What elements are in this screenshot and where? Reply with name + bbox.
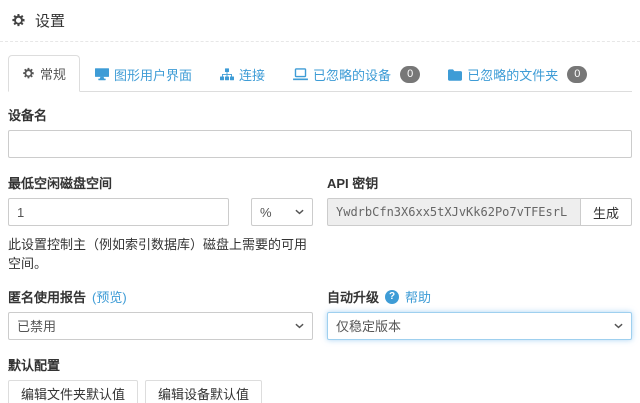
sitemap-icon [220,68,234,81]
tab-ignored-folders[interactable]: 已忽略的文件夹 0 [435,57,600,92]
device-name-label: 设备名 [8,105,632,124]
settings-dialog-header: 设置 [0,0,640,42]
usage-reporting-group: 匿名使用报告 (预览) 已禁用 [8,287,313,340]
ignored-devices-count-badge: 0 [400,66,420,83]
api-key-group: API 密钥 生成 [327,173,632,272]
api-key-label: API 密钥 [327,173,632,192]
min-disk-free-input[interactable] [8,198,229,226]
auto-upgrade-group: 自动升级 ? 帮助 仅稳定版本 [327,287,632,340]
auto-upgrade-help-link[interactable]: 帮助 [405,287,431,306]
auto-upgrade-label: 自动升级 [327,287,379,306]
device-name-row: 设备名 [8,105,632,158]
gear-icon [11,13,26,28]
edit-folder-defaults-button[interactable]: 编辑文件夹默认值 [8,380,138,403]
settings-tabs: 常规 图形用户界面 连接 已忽略的设备 0 已忽略的文件夹 0 [8,55,632,92]
tab-connections[interactable]: 连接 [207,57,278,92]
tab-label: 已忽略的文件夹 [467,65,558,84]
usage-reporting-label: 匿名使用报告 [8,287,86,306]
tab-label: 已忽略的设备 [313,65,391,84]
device-name-input[interactable] [8,130,632,158]
settings-dialog-body: 常规 图形用户界面 连接 已忽略的设备 0 已忽略的文件夹 0 [0,42,640,403]
defaults-group: 默认配置 编辑文件夹默认值 编辑设备默认值 [8,355,632,403]
gear-icon [22,67,35,80]
edit-device-defaults-button[interactable]: 编辑设备默认值 [145,380,262,403]
tab-ignored-devices[interactable]: 已忽略的设备 0 [280,57,433,92]
question-circle-icon: ? [385,290,399,304]
usage-reporting-preview-link[interactable]: (预览) [92,287,127,306]
tab-gui[interactable]: 图形用户界面 [82,57,205,92]
api-key-input [327,198,581,226]
auto-upgrade-select[interactable]: 仅稳定版本 [327,312,632,340]
dialog-title: 设置 [35,10,65,31]
ignored-folders-count-badge: 0 [567,66,587,83]
min-disk-free-label: 最低空闲磁盘空间 [8,173,313,192]
tab-label: 连接 [239,65,265,84]
tab-label: 图形用户界面 [114,65,192,84]
disk-api-row: 最低空闲磁盘空间 % 此设置控制主（例如索引数据库）磁盘上需要的可用空间。 [8,173,632,272]
laptop-icon [293,68,308,81]
defaults-label: 默认配置 [8,355,632,374]
generate-api-key-button[interactable]: 生成 [580,198,632,226]
tab-general[interactable]: 常规 [8,55,80,92]
reporting-upgrade-row: 匿名使用报告 (预览) 已禁用 自动升级 ? 帮助 [8,287,632,340]
usage-reporting-select[interactable]: 已禁用 [8,312,313,340]
general-tab-panel: 设备名 最低空闲磁盘空间 % 此设置控制主（例如索引数 [8,92,632,403]
min-disk-free-group: 最低空闲磁盘空间 % 此设置控制主（例如索引数据库）磁盘上需要的可用空间。 [8,173,313,272]
folder-icon [448,69,462,81]
min-disk-free-unit-select[interactable]: % [251,198,313,226]
monitor-icon [95,68,109,81]
min-disk-free-help: 此设置控制主（例如索引数据库）磁盘上需要的可用空间。 [8,234,313,272]
tab-label: 常规 [40,64,66,83]
